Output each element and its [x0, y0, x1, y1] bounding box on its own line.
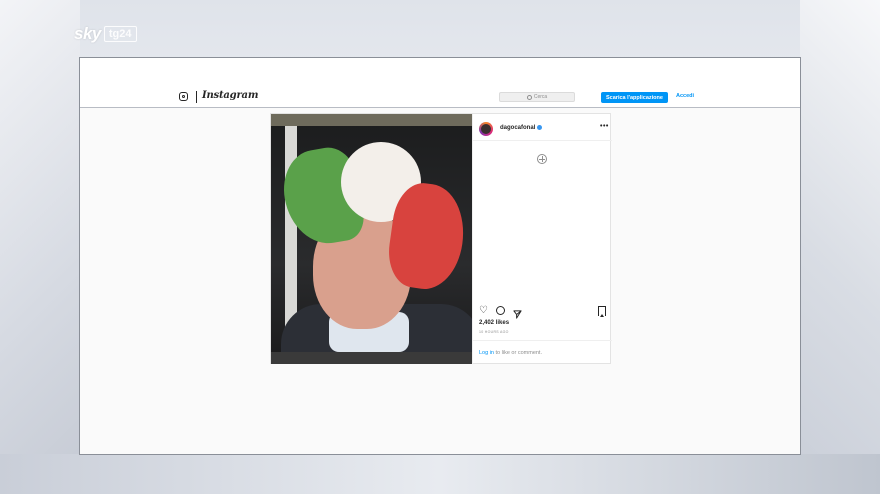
avatar[interactable]	[479, 122, 493, 136]
browser-page: Instagram Cerca Scarica l'applicazione A…	[79, 57, 801, 455]
post-actions: ♡	[473, 304, 612, 319]
post-login-link[interactable]: Log in	[479, 350, 494, 356]
post-timestamp: 10 HOURS AGO	[479, 330, 509, 334]
verified-badge-icon	[537, 125, 543, 130]
login-link[interactable]: Accedi	[676, 93, 694, 99]
camera-icon[interactable]	[179, 92, 188, 101]
username-text[interactable]: dagocafonal	[500, 125, 535, 131]
background-left	[0, 0, 80, 494]
post-header: dagocafonal •••	[473, 114, 612, 141]
instagram-post: dagocafonal ••• ♡ 2,402 likes 10 HOURS A…	[270, 113, 612, 365]
broadcaster-logo: sky tg24	[74, 24, 137, 44]
search-placeholder: Cerca	[533, 94, 548, 100]
likes-count[interactable]: 2,402 likes	[479, 320, 509, 326]
post-sidebar: dagocafonal ••• ♡ 2,402 likes 10 HOURS A…	[472, 114, 612, 365]
add-icon	[537, 154, 547, 164]
instagram-header: Instagram Cerca Scarica l'applicazione A…	[80, 58, 800, 108]
share-icon[interactable]	[513, 306, 522, 319]
header-divider	[196, 91, 197, 103]
login-prompt-suffix: to like or comment.	[494, 350, 542, 356]
instagram-wordmark[interactable]: Instagram	[202, 90, 258, 101]
bookmark-icon[interactable]	[598, 306, 606, 317]
search-input[interactable]: Cerca	[499, 92, 575, 102]
background-right	[800, 0, 880, 494]
background-bottom	[0, 454, 880, 494]
logo-sky: sky	[74, 24, 101, 43]
photo-bottom-strip	[271, 352, 472, 364]
login-prompt: Log in to like or comment.	[479, 350, 542, 356]
post-footer: Log in to like or comment.	[473, 340, 612, 365]
comment-icon[interactable]	[496, 306, 505, 315]
logo-tg24: tg24	[103, 26, 137, 42]
post-photo[interactable]	[271, 114, 472, 364]
more-icon[interactable]: •••	[600, 123, 609, 130]
download-app-button[interactable]: Scarica l'applicazione	[601, 92, 668, 103]
search-icon	[526, 94, 532, 100]
username[interactable]: dagocafonal	[500, 125, 543, 131]
heart-icon[interactable]: ♡	[479, 306, 488, 316]
photo-top-strip	[271, 114, 472, 126]
